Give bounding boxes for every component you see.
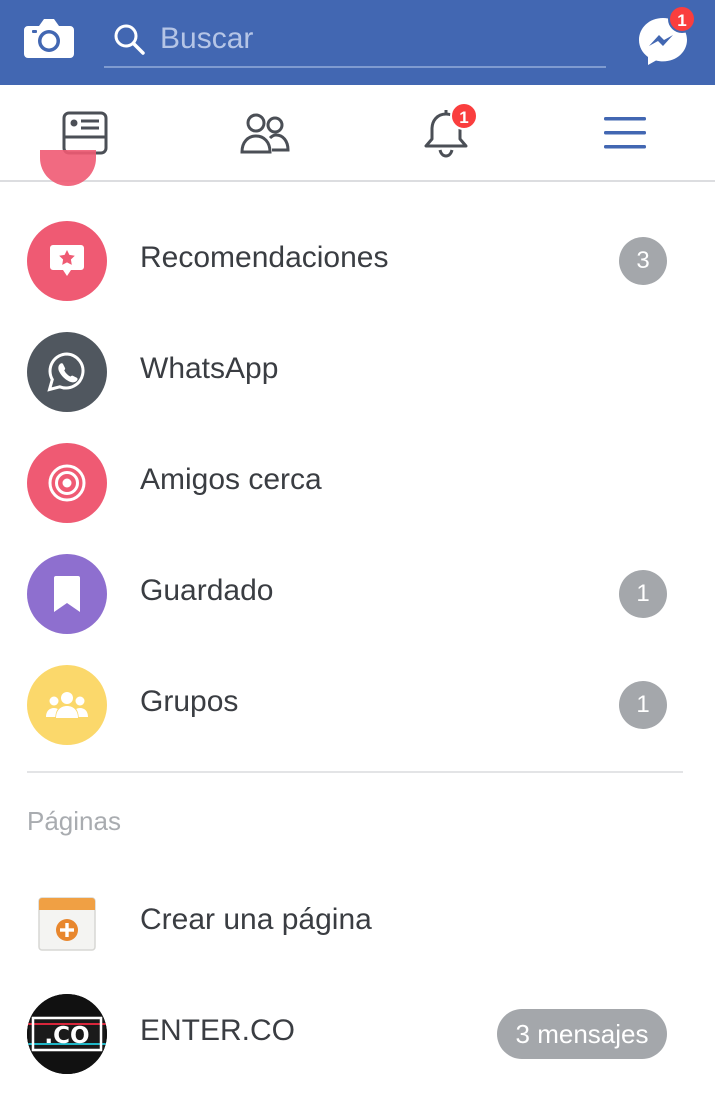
menu-item-label: Guardado [140,574,274,607]
camera-icon[interactable] [24,14,74,60]
tab-friends[interactable] [205,85,325,180]
menu-item-label: WhatsApp [140,352,279,385]
create-page-icon [27,883,107,963]
news-feed-icon [62,111,108,154]
friends-icon [240,113,290,153]
menu-item-label: Grupos [140,685,239,718]
menu-item-label: Amigos cerca [140,463,322,496]
tab-notifications[interactable] [386,85,506,180]
create-page-label: Crear una página [140,903,372,936]
target-icon [27,443,107,523]
search-bar[interactable] [104,12,606,68]
menu-item-label: Recomendaciones [140,241,389,274]
menu-item-count: 1 [619,681,667,729]
hamburger-menu-icon [604,116,646,148]
section-title-pages: Páginas [27,806,121,836]
menu-item-count: 1 [619,570,667,618]
page-item-label: ENTER.CO [140,1014,296,1047]
messages-pill-badge: 3 mensajes [497,1009,667,1059]
create-page-item[interactable]: Crear una página [0,867,715,978]
search-icon [114,24,145,55]
menu-item-whatsapp[interactable]: WhatsApp [0,316,715,427]
recommendation-star-icon [27,221,107,301]
tab-menu[interactable] [565,85,685,180]
messenger-badge: 1 [668,5,696,33]
menu-item-recomendaciones[interactable]: Recomendaciones 3 [0,205,715,316]
enter-co-avatar: .CO [27,994,107,1074]
search-input[interactable] [160,18,590,60]
menu-item-grupos[interactable]: Grupos 1 [0,649,715,760]
notifications-badge: 1 [450,102,478,130]
whatsapp-icon [27,332,107,412]
groups-icon [27,665,107,745]
enter-co-logo-text: .CO [44,1023,89,1049]
section-divider [27,771,683,773]
nav-bar [0,85,715,182]
menu-item-amigos-cerca[interactable]: Amigos cerca [0,427,715,538]
bookmark-icon [27,554,107,634]
top-bar: 1 [0,0,715,85]
menu-item-count: 3 [619,237,667,285]
menu-item-guardado[interactable]: Guardado 1 [0,538,715,649]
